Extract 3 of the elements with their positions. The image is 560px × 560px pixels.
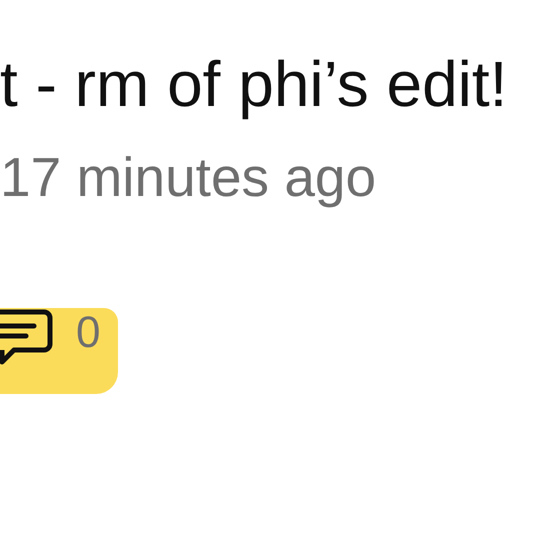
post-title: t - rm of phi’s edit! <box>0 48 508 120</box>
comment-button[interactable]: 0 <box>0 308 118 394</box>
post-timestamp: 17 minutes ago <box>0 146 378 208</box>
